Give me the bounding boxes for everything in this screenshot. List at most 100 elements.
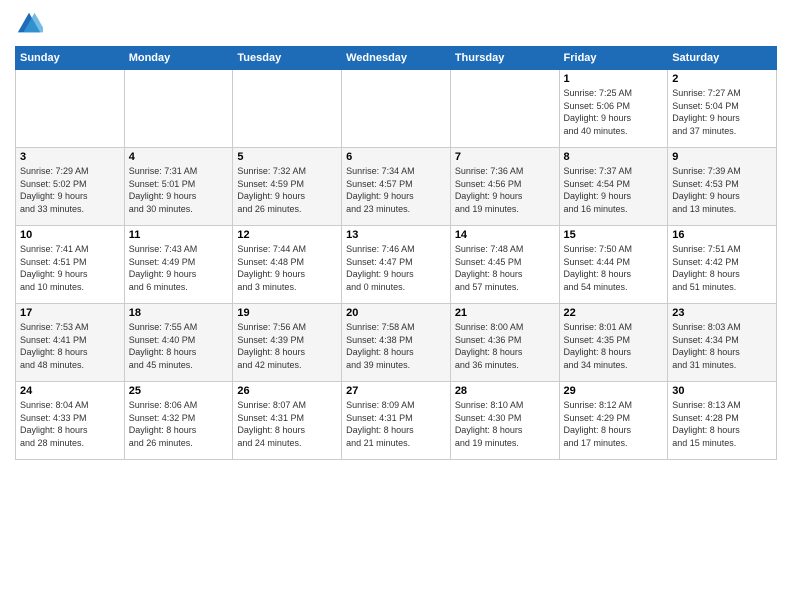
day-info: Sunrise: 7:36 AM Sunset: 4:56 PM Dayligh… (455, 165, 555, 215)
calendar-cell: 18 Sunrise: 7:55 AM Sunset: 4:40 PM Dayli… (124, 304, 233, 382)
header (15, 10, 777, 38)
calendar-header-row: SundayMondayTuesdayWednesdayThursdayFrid… (16, 47, 777, 70)
day-number: 12 (237, 229, 337, 241)
calendar-cell (124, 70, 233, 148)
day-info: Sunrise: 7:34 AM Sunset: 4:57 PM Dayligh… (346, 165, 446, 215)
calendar-cell: 10 Sunrise: 7:41 AM Sunset: 4:51 PM Dayli… (16, 226, 125, 304)
day-info: Sunrise: 8:03 AM Sunset: 4:34 PM Dayligh… (672, 321, 772, 371)
day-info: Sunrise: 7:32 AM Sunset: 4:59 PM Dayligh… (237, 165, 337, 215)
calendar-cell: 7 Sunrise: 7:36 AM Sunset: 4:56 PM Daylig… (450, 148, 559, 226)
day-info: Sunrise: 7:55 AM Sunset: 4:40 PM Dayligh… (129, 321, 229, 371)
day-number: 7 (455, 151, 555, 163)
day-number: 26 (237, 385, 337, 397)
calendar-cell: 23 Sunrise: 8:03 AM Sunset: 4:34 PM Dayli… (668, 304, 777, 382)
day-info: Sunrise: 7:53 AM Sunset: 4:41 PM Dayligh… (20, 321, 120, 371)
calendar-cell: 21 Sunrise: 8:00 AM Sunset: 4:36 PM Dayli… (450, 304, 559, 382)
calendar-cell: 29 Sunrise: 8:12 AM Sunset: 4:29 PM Dayli… (559, 382, 668, 460)
calendar-cell: 26 Sunrise: 8:07 AM Sunset: 4:31 PM Dayli… (233, 382, 342, 460)
day-info: Sunrise: 8:12 AM Sunset: 4:29 PM Dayligh… (564, 399, 664, 449)
calendar-cell: 8Sunrise: 7:37 AM Sunset: 4:54 PM Daylig… (559, 148, 668, 226)
day-number: 22 (564, 307, 664, 319)
day-number: 1 (564, 73, 664, 85)
day-info: Sunrise: 7:29 AM Sunset: 5:02 PM Dayligh… (20, 165, 120, 215)
day-info: Sunrise: 8:01 AM Sunset: 4:35 PM Dayligh… (564, 321, 664, 371)
day-number: 13 (346, 229, 446, 241)
calendar-cell (233, 70, 342, 148)
calendar-cell: 11Sunrise: 7:43 AM Sunset: 4:49 PM Dayli… (124, 226, 233, 304)
calendar-cell: 16 Sunrise: 7:51 AM Sunset: 4:42 PM Dayli… (668, 226, 777, 304)
day-number: 14 (455, 229, 555, 241)
calendar-cell: 6 Sunrise: 7:34 AM Sunset: 4:57 PM Daylig… (342, 148, 451, 226)
day-number: 19 (237, 307, 337, 319)
calendar-cell: 27 Sunrise: 8:09 AM Sunset: 4:31 PM Dayli… (342, 382, 451, 460)
day-header-sunday: Sunday (16, 47, 125, 70)
calendar-cell: 12 Sunrise: 7:44 AM Sunset: 4:48 PM Dayli… (233, 226, 342, 304)
page: SundayMondayTuesdayWednesdayThursdayFrid… (0, 0, 792, 612)
day-info: Sunrise: 7:46 AM Sunset: 4:47 PM Dayligh… (346, 243, 446, 293)
calendar-cell: 2 Sunrise: 7:27 AM Sunset: 5:04 PM Daylig… (668, 70, 777, 148)
calendar-week-3: 10 Sunrise: 7:41 AM Sunset: 4:51 PM Dayli… (16, 226, 777, 304)
day-number: 30 (672, 385, 772, 397)
calendar-week-5: 24 Sunrise: 8:04 AM Sunset: 4:33 PM Dayli… (16, 382, 777, 460)
calendar-cell: 30 Sunrise: 8:13 AM Sunset: 4:28 PM Dayli… (668, 382, 777, 460)
day-number: 24 (20, 385, 120, 397)
calendar-cell: 20Sunrise: 7:58 AM Sunset: 4:38 PM Dayli… (342, 304, 451, 382)
day-info: Sunrise: 7:31 AM Sunset: 5:01 PM Dayligh… (129, 165, 229, 215)
calendar-cell: 17 Sunrise: 7:53 AM Sunset: 4:41 PM Dayli… (16, 304, 125, 382)
day-header-tuesday: Tuesday (233, 47, 342, 70)
day-info: Sunrise: 8:07 AM Sunset: 4:31 PM Dayligh… (237, 399, 337, 449)
calendar-cell: 5 Sunrise: 7:32 AM Sunset: 4:59 PM Daylig… (233, 148, 342, 226)
day-info: Sunrise: 8:10 AM Sunset: 4:30 PM Dayligh… (455, 399, 555, 449)
calendar: SundayMondayTuesdayWednesdayThursdayFrid… (15, 46, 777, 460)
calendar-week-4: 17 Sunrise: 7:53 AM Sunset: 4:41 PM Dayli… (16, 304, 777, 382)
day-info: Sunrise: 7:48 AM Sunset: 4:45 PM Dayligh… (455, 243, 555, 293)
calendar-cell: 15Sunrise: 7:50 AM Sunset: 4:44 PM Dayli… (559, 226, 668, 304)
day-info: Sunrise: 8:09 AM Sunset: 4:31 PM Dayligh… (346, 399, 446, 449)
day-number: 2 (672, 73, 772, 85)
day-number: 27 (346, 385, 446, 397)
day-number: 18 (129, 307, 229, 319)
day-info: Sunrise: 8:04 AM Sunset: 4:33 PM Dayligh… (20, 399, 120, 449)
day-info: Sunrise: 7:39 AM Sunset: 4:53 PM Dayligh… (672, 165, 772, 215)
calendar-cell: 19 Sunrise: 7:56 AM Sunset: 4:39 PM Dayli… (233, 304, 342, 382)
day-header-saturday: Saturday (668, 47, 777, 70)
calendar-cell (450, 70, 559, 148)
day-number: 25 (129, 385, 229, 397)
day-number: 5 (237, 151, 337, 163)
day-number: 23 (672, 307, 772, 319)
calendar-cell: 1 Sunrise: 7:25 AM Sunset: 5:06 PM Daylig… (559, 70, 668, 148)
day-number: 17 (20, 307, 120, 319)
calendar-cell: 24 Sunrise: 8:04 AM Sunset: 4:33 PM Dayli… (16, 382, 125, 460)
calendar-cell (342, 70, 451, 148)
day-number: 4 (129, 151, 229, 163)
day-info: Sunrise: 8:00 AM Sunset: 4:36 PM Dayligh… (455, 321, 555, 371)
day-number: 20 (346, 307, 446, 319)
calendar-cell: 9 Sunrise: 7:39 AM Sunset: 4:53 PM Daylig… (668, 148, 777, 226)
calendar-cell: 22 Sunrise: 8:01 AM Sunset: 4:35 PM Dayli… (559, 304, 668, 382)
calendar-cell (16, 70, 125, 148)
calendar-cell: 25Sunrise: 8:06 AM Sunset: 4:32 PM Dayli… (124, 382, 233, 460)
day-info: Sunrise: 8:13 AM Sunset: 4:28 PM Dayligh… (672, 399, 772, 449)
day-info: Sunrise: 7:56 AM Sunset: 4:39 PM Dayligh… (237, 321, 337, 371)
day-number: 10 (20, 229, 120, 241)
day-number: 9 (672, 151, 772, 163)
day-number: 6 (346, 151, 446, 163)
day-number: 15 (564, 229, 664, 241)
day-number: 21 (455, 307, 555, 319)
day-info: Sunrise: 7:41 AM Sunset: 4:51 PM Dayligh… (20, 243, 120, 293)
calendar-cell: 3 Sunrise: 7:29 AM Sunset: 5:02 PM Daylig… (16, 148, 125, 226)
calendar-week-1: 1 Sunrise: 7:25 AM Sunset: 5:06 PM Daylig… (16, 70, 777, 148)
calendar-cell: 28Sunrise: 8:10 AM Sunset: 4:30 PM Dayli… (450, 382, 559, 460)
logo (15, 10, 47, 38)
day-header-thursday: Thursday (450, 47, 559, 70)
day-number: 8 (564, 151, 664, 163)
calendar-cell: 13 Sunrise: 7:46 AM Sunset: 4:47 PM Dayli… (342, 226, 451, 304)
day-info: Sunrise: 7:25 AM Sunset: 5:06 PM Dayligh… (564, 87, 664, 137)
day-info: Sunrise: 7:51 AM Sunset: 4:42 PM Dayligh… (672, 243, 772, 293)
calendar-cell: 14 Sunrise: 7:48 AM Sunset: 4:45 PM Dayli… (450, 226, 559, 304)
day-number: 29 (564, 385, 664, 397)
day-number: 3 (20, 151, 120, 163)
day-info: Sunrise: 7:27 AM Sunset: 5:04 PM Dayligh… (672, 87, 772, 137)
day-number: 16 (672, 229, 772, 241)
day-info: Sunrise: 7:44 AM Sunset: 4:48 PM Dayligh… (237, 243, 337, 293)
